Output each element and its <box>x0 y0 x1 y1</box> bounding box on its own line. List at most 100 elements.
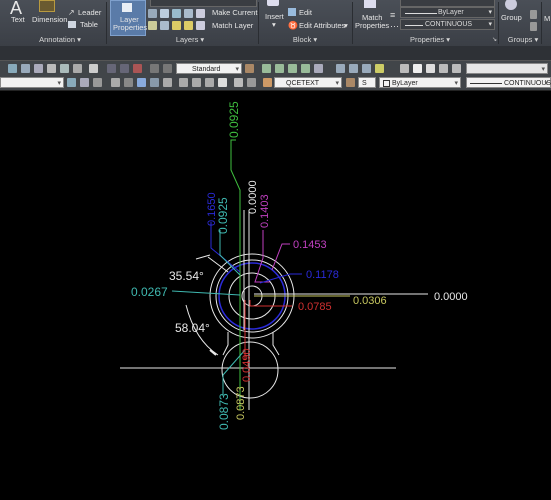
layer-properties-button[interactable]: Layer Properties <box>110 0 148 36</box>
pan-icon[interactable] <box>218 78 227 87</box>
lineweight-combo[interactable]: ByLayer ▾ <box>400 7 495 18</box>
layer-freeze-icon[interactable] <box>172 9 181 18</box>
properties-icon[interactable] <box>234 78 243 87</box>
match-layer-button[interactable]: Match Layer <box>212 21 253 30</box>
make-current-icon[interactable] <box>196 9 205 18</box>
text-style-combo[interactable]: Standard ▾ <box>176 63 242 74</box>
plot-preview-icon[interactable] <box>73 64 82 73</box>
layer-lock-icon[interactable] <box>184 9 193 18</box>
dim-radius-icon[interactable] <box>301 64 310 73</box>
zoom-center-icon[interactable] <box>150 78 159 87</box>
dim-cyan-vertical: 0.0925 <box>216 197 230 234</box>
viewport-icon[interactable] <box>413 64 422 73</box>
dim-cyan-bottom: 0.0873 <box>217 393 231 430</box>
zoom-window-icon[interactable] <box>111 78 120 87</box>
layer-off-icon[interactable] <box>148 9 157 18</box>
text-style-icon[interactable] <box>245 64 254 73</box>
linetype-combo[interactable]: CONTINUOUS ▾ <box>400 19 495 30</box>
text-icon-small[interactable] <box>263 78 272 87</box>
color-dropdown[interactable]: ByLayer ▾ <box>379 77 461 88</box>
groups-panel-label[interactable]: Groups ▾ <box>503 35 543 45</box>
save-icon[interactable] <box>34 64 43 73</box>
zoom-dynamic-icon[interactable] <box>124 78 133 87</box>
color-swatch-icon <box>383 79 390 87</box>
edit-attributes-button[interactable]: ♉ Edit Attributes ▾ <box>288 21 350 31</box>
text-height-field[interactable]: S <box>358 77 376 88</box>
design-center-icon[interactable] <box>247 78 256 87</box>
help-icon[interactable] <box>89 64 98 73</box>
blank-combo[interactable]: ▾ <box>466 63 548 74</box>
layer-next-icon[interactable] <box>349 64 358 73</box>
ungroup-icon[interactable] <box>530 10 537 19</box>
snap-icon[interactable] <box>150 64 159 73</box>
dimension-button[interactable]: Dimension <box>30 0 67 34</box>
group-button[interactable]: Group <box>500 0 524 34</box>
leader-icon: ↗ <box>68 8 75 17</box>
arc-icon[interactable] <box>133 64 142 73</box>
insert-button[interactable]: Insert ▾ <box>262 0 286 34</box>
layer-properties-label-2: Properties <box>113 23 148 32</box>
plot-icon[interactable] <box>47 64 56 73</box>
layer-unisolate-icon[interactable] <box>160 21 169 30</box>
camera-icon[interactable] <box>439 64 448 73</box>
spline-icon[interactable] <box>120 64 129 73</box>
layer-combo[interactable] <box>150 0 257 7</box>
new-icon[interactable] <box>8 64 17 73</box>
layer-manager-icon[interactable] <box>67 78 76 87</box>
text-style-value: Standard <box>192 66 221 73</box>
dim-baseline-icon[interactable] <box>314 64 323 73</box>
match-layer-icon[interactable] <box>196 21 205 30</box>
text-layer-combo[interactable]: QCETEXT ▾ <box>274 77 342 88</box>
make-current-button[interactable]: Make Current <box>212 8 257 17</box>
layer-unlock-icon[interactable] <box>184 21 193 30</box>
layer-prev-icon[interactable] <box>336 64 345 73</box>
properties-dialog-launcher-icon[interactable]: ↘ <box>492 36 497 43</box>
dim-red-vertical: 0.0490 <box>241 348 253 382</box>
ucs-icon[interactable] <box>452 64 461 73</box>
layer-thaw-icon[interactable] <box>172 21 181 30</box>
layer-current-icon[interactable] <box>80 78 89 87</box>
leader-button[interactable]: ↗ Leader <box>68 8 104 18</box>
zoom-object-icon[interactable] <box>163 78 172 87</box>
publish-icon[interactable] <box>60 64 69 73</box>
annotation-panel-label[interactable]: Annotation ▾ <box>20 35 100 45</box>
block-panel-label[interactable]: Block ▾ <box>280 35 330 45</box>
polyline-icon[interactable] <box>107 64 116 73</box>
layers-panel-label[interactable]: Layers ▾ <box>150 35 230 45</box>
dim-aligned-icon[interactable] <box>275 64 284 73</box>
green-leader <box>230 139 241 410</box>
open-icon[interactable] <box>21 64 30 73</box>
view-icon[interactable] <box>400 64 409 73</box>
ortho-icon[interactable] <box>163 64 172 73</box>
properties-panel-label[interactable]: Properties ▾ <box>400 35 460 45</box>
layer-match-icon[interactable] <box>375 64 384 73</box>
layer-isolate-icon[interactable] <box>160 9 169 18</box>
zoom-in-icon[interactable] <box>179 78 188 87</box>
named-views-icon[interactable] <box>426 64 435 73</box>
zoom-scale-icon[interactable] <box>137 78 146 87</box>
drawing-svg[interactable]: 0.0925 0.0000 0.1403 0.1650 0.0925 0.145… <box>0 91 551 500</box>
dim-linear-icon[interactable] <box>262 64 271 73</box>
layer-state-icon[interactable] <box>362 64 371 73</box>
more-panel-label: M <box>544 14 551 23</box>
toolbar-standard: Standard ▾ ▾ <box>0 60 551 76</box>
zoom-out-icon[interactable] <box>192 78 201 87</box>
layer-dropdown[interactable]: ▾ <box>0 77 64 88</box>
color-combo[interactable] <box>400 0 495 7</box>
separator <box>352 2 353 44</box>
layer-previous-icon[interactable] <box>93 78 102 87</box>
linetype-dropdown[interactable]: CONTINUOUS ▾ <box>466 77 551 88</box>
group-edit-icon[interactable] <box>530 22 537 31</box>
table-button[interactable]: Table <box>68 20 104 30</box>
dim-white-vertical: 0.0000 <box>247 180 259 214</box>
text-button[interactable]: A Text <box>6 0 28 34</box>
zoom-all-icon[interactable] <box>205 78 214 87</box>
drawing-canvas[interactable]: 0.0925 0.0000 0.1403 0.1650 0.0925 0.145… <box>0 91 551 500</box>
dim-red-horizontal: 0.0785 <box>298 301 332 313</box>
layer-walk-icon[interactable] <box>148 21 157 30</box>
insert-dropdown-icon: ▾ <box>272 20 276 29</box>
height-icon[interactable] <box>346 78 355 87</box>
table-label: Table <box>80 20 98 29</box>
dim-angular-icon[interactable] <box>288 64 297 73</box>
match-properties-button[interactable]: Match Properties <box>354 0 389 34</box>
